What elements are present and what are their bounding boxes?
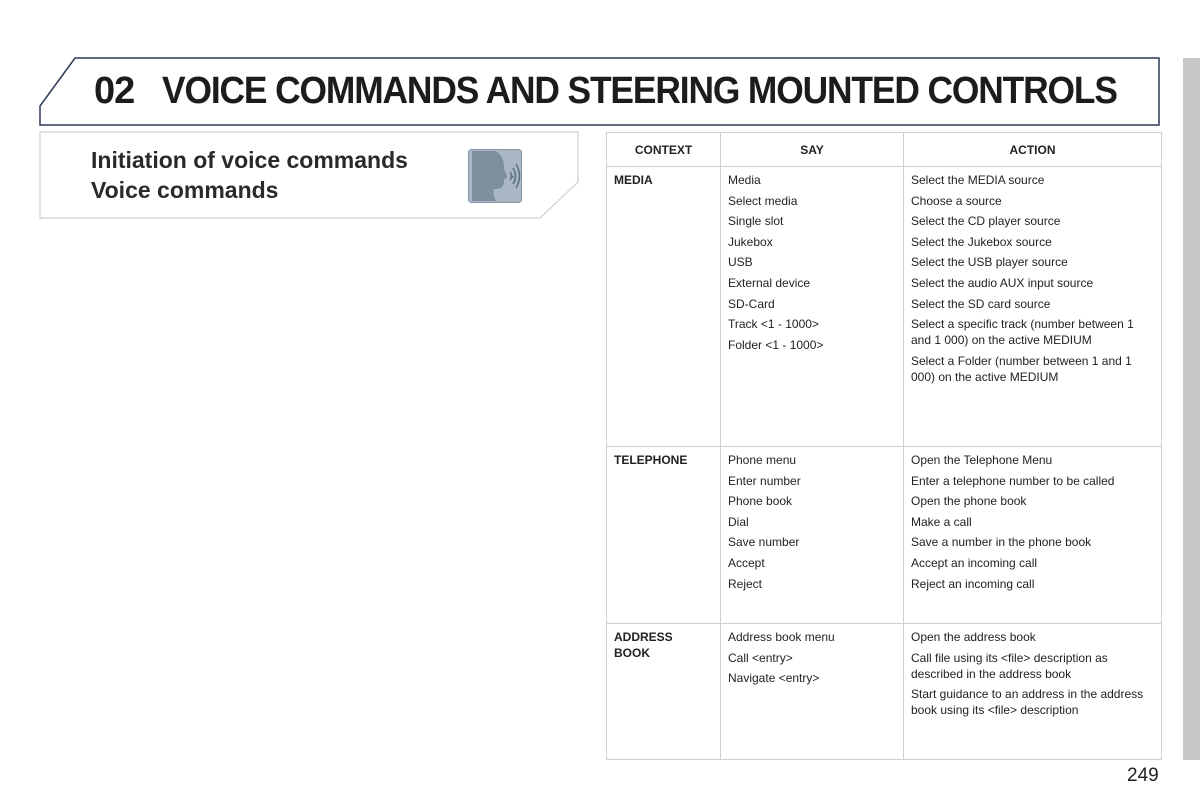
say-item: Reject	[728, 576, 763, 591]
say-item: External device	[728, 275, 811, 290]
action-item: Select the USB player source	[911, 255, 1068, 270]
table-row-address-book: ADDRESS BOOK Address book menu Call <ent…	[606, 623, 1162, 760]
say-item: Navigate <entry>	[728, 671, 820, 686]
say-item: Phone menu	[728, 453, 797, 467]
say-item: Address book menu	[728, 630, 835, 644]
section-title-line1: Initiation of voice commands	[91, 147, 408, 173]
table-row-media: MEDIA Media Select media Single slot Juk…	[606, 166, 1162, 447]
section-title-line2: Voice commands	[91, 177, 279, 203]
page-number: 249	[1127, 765, 1159, 786]
page-edge-tab	[1183, 58, 1200, 760]
say-cell: Media Select media Single slot Jukebox U…	[720, 166, 904, 447]
table-header-row: CONTEXT SAY ACTION	[606, 132, 1162, 167]
action-item: Reject an incoming call	[911, 576, 1035, 591]
action-item: Select the audio AUX input source	[911, 275, 1094, 290]
say-item: SD-Card	[728, 296, 775, 311]
table-row-telephone: TELEPHONE Phone menu Enter number Phone …	[606, 446, 1162, 624]
action-cell: Select the MEDIA source Choose a source …	[903, 166, 1162, 447]
say-item: Dial	[728, 514, 749, 529]
action-item: Select the MEDIA source	[911, 173, 1045, 187]
column-header-action: ACTION	[903, 132, 1162, 167]
action-item: Select the CD player source	[911, 214, 1061, 229]
context-label: BOOK	[614, 646, 650, 660]
say-item: USB	[728, 255, 753, 270]
voice-commands-table: CONTEXT SAY ACTION MEDIA Media Select me…	[606, 132, 1162, 760]
say-item: Select media	[728, 193, 798, 208]
context-label: MEDIA	[614, 173, 653, 187]
action-item: Open the address book	[911, 630, 1036, 644]
context-label: ADDRESS	[614, 630, 673, 644]
column-header-context: CONTEXT	[606, 132, 721, 167]
action-cell: Open the address book Call file using it…	[903, 623, 1162, 760]
say-cell: Phone menu Enter number Phone book Dial …	[720, 446, 904, 624]
say-item: Folder <1 - 1000>	[728, 337, 824, 352]
action-item: Call file using its <file> description a…	[911, 650, 1108, 681]
action-item: Make a call	[911, 514, 972, 529]
say-cell: Address book menu Call <entry> Navigate …	[720, 623, 904, 760]
context-label: TELEPHONE	[614, 453, 688, 467]
say-item: Track <1 - 1000>	[728, 317, 819, 332]
speaking-head-icon	[468, 149, 522, 203]
say-item: Call <entry>	[728, 650, 793, 665]
context-cell: TELEPHONE	[606, 446, 721, 624]
context-cell: ADDRESS BOOK	[606, 623, 721, 760]
action-item: Open the phone book	[911, 494, 1027, 509]
context-cell: MEDIA	[606, 166, 721, 447]
action-item: Select the Jukebox source	[911, 234, 1052, 249]
say-item: Enter number	[728, 473, 801, 488]
action-cell: Open the Telephone Menu Enter a telephon…	[903, 446, 1162, 624]
action-item: Choose a source	[911, 193, 1002, 208]
say-item: Jukebox	[728, 234, 773, 249]
action-item: Save a number in the phone book	[911, 535, 1092, 550]
action-item: Select a specific track (number between …	[911, 317, 1134, 348]
say-item: Single slot	[728, 214, 784, 229]
action-item: Select a Folder (number between 1 and 1 …	[911, 353, 1132, 384]
action-item: Select the SD card source	[911, 296, 1051, 311]
say-item: Accept	[728, 555, 765, 570]
column-header-say: SAY	[720, 132, 904, 167]
say-item: Media	[728, 173, 761, 187]
say-item: Phone book	[728, 494, 793, 509]
action-item: Start guidance to an address in the addr…	[911, 687, 1144, 718]
action-item: Open the Telephone Menu	[911, 453, 1053, 467]
action-item: Enter a telephone number to be called	[911, 473, 1115, 488]
say-item: Save number	[728, 535, 800, 550]
action-item: Accept an incoming call	[911, 555, 1038, 570]
